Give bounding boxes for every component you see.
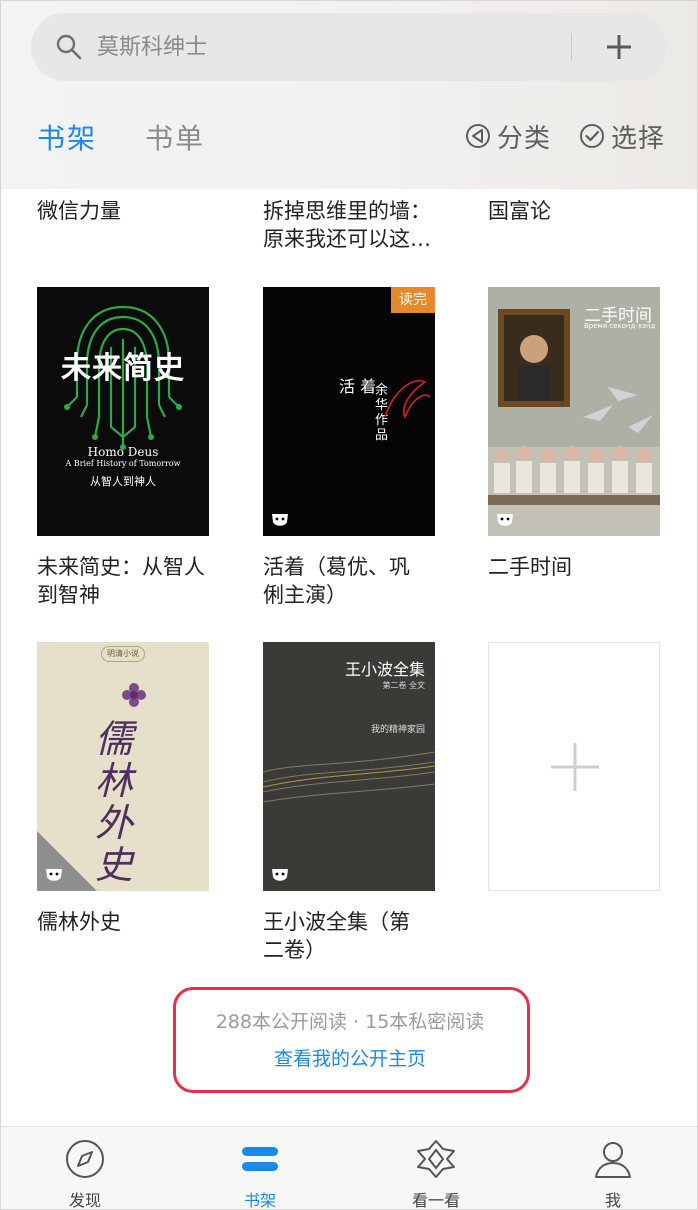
- header: 书架 书单 分类 选择: [1, 1, 697, 189]
- book-title[interactable]: 儒林外史: [37, 908, 217, 936]
- tab-shelf-bottom[interactable]: 书架: [200, 1127, 320, 1210]
- search-input[interactable]: [97, 31, 557, 63]
- cover-en-subtitle: A Brief History of Tomorrow: [65, 459, 181, 468]
- cover-tag: 明清小说: [101, 646, 145, 662]
- cover-subtitle: 第二卷 全文: [382, 681, 425, 690]
- add-book-tile[interactable]: [488, 642, 660, 891]
- book-cover-rulin[interactable]: 明清小说 儒林外史: [37, 642, 209, 891]
- finished-badge: 读完: [391, 287, 435, 313]
- cover-title: 活 着: [339, 377, 377, 396]
- plus-icon: [551, 743, 599, 791]
- book-title[interactable]: 王小波全集（第二卷）: [263, 908, 423, 964]
- tab-me-label: 我: [604, 1191, 621, 1210]
- publisher-mask-icon: [272, 869, 288, 881]
- cover-title: 儒林外史: [95, 717, 134, 887]
- person-icon: [595, 1142, 631, 1178]
- app-frame: 书架 书单 分类 选择 微信力量 拆掉思维里的墙：原来我还可以这… 国富论: [0, 0, 698, 1210]
- bookshelf-icon: [242, 1147, 278, 1171]
- publisher-mask-icon: [272, 514, 288, 526]
- book-title[interactable]: 活着（葛优、巩俐主演）: [263, 553, 423, 609]
- category-label: 分类: [497, 123, 552, 154]
- tab-shelf[interactable]: 书架: [37, 117, 97, 157]
- tab-look[interactable]: 看一看: [376, 1127, 496, 1210]
- bottom-tab-bar: 发现 书架 看一看 我: [1, 1126, 697, 1210]
- book-cover-huozhe[interactable]: 读完 活 着 余华作品: [263, 287, 435, 536]
- category-icon: [466, 124, 490, 148]
- cover-subtitle: Время секонд-хэнд: [584, 322, 656, 330]
- select-label: 选择: [611, 123, 666, 154]
- cover-title: 王小波全集: [344, 660, 425, 679]
- book-cover-wangxiaobo[interactable]: 王小波全集 第二卷 全文 我的精神家园: [263, 642, 435, 891]
- add-book-button[interactable]: [599, 27, 639, 67]
- cover-en-title: Homo Deus: [87, 445, 159, 459]
- book-cover-ershou[interactable]: 二手时间 Время секонд-хэнд: [488, 287, 660, 536]
- category-button[interactable]: 分类: [465, 117, 551, 155]
- cover-title: 未来简史: [61, 351, 185, 386]
- search-divider: [571, 33, 572, 61]
- select-button[interactable]: 选择: [579, 117, 665, 155]
- compass-icon: [66, 1140, 104, 1178]
- publisher-mask-icon: [497, 514, 513, 526]
- book-cover-weilai[interactable]: 未来简史 Homo Deus A Brief History of Tomorr…: [37, 287, 209, 536]
- tab-booklist[interactable]: 书单: [145, 117, 205, 157]
- book-title[interactable]: 微信力量: [37, 197, 217, 225]
- star-hexagon-icon: [417, 1140, 455, 1178]
- reading-stats: 288本公开阅读 · 15本私密阅读: [215, 1011, 485, 1033]
- search-icon: [56, 34, 82, 60]
- check-circle-icon: [580, 124, 604, 148]
- book-title[interactable]: 未来简史：从智人到智神: [37, 553, 217, 609]
- tab-shelf-label: 书架: [243, 1191, 276, 1210]
- circuit-fingerprint-graphic: [64, 305, 182, 450]
- public-profile-link[interactable]: 查看我的公开主页: [1, 1044, 697, 1071]
- highlight-box: [173, 987, 530, 1093]
- tab-discover[interactable]: 发现: [25, 1127, 145, 1210]
- book-title[interactable]: 国富论: [488, 197, 668, 225]
- publisher-mask-icon: [46, 869, 62, 881]
- tab-me[interactable]: 我: [553, 1127, 673, 1210]
- flower-icon: [122, 683, 146, 707]
- book-title[interactable]: 二手时间: [488, 553, 668, 581]
- cover-subtitle-2: 我的精神家园: [370, 725, 425, 735]
- tab-look-label: 看一看: [411, 1191, 460, 1210]
- search-bar[interactable]: [31, 13, 667, 81]
- tab-discover-label: 发现: [68, 1191, 101, 1210]
- cover-subtitle: 从智人到神人: [90, 475, 156, 488]
- signature-graphic: [384, 380, 431, 419]
- book-title[interactable]: 拆掉思维里的墙：原来我还可以这…: [263, 197, 449, 253]
